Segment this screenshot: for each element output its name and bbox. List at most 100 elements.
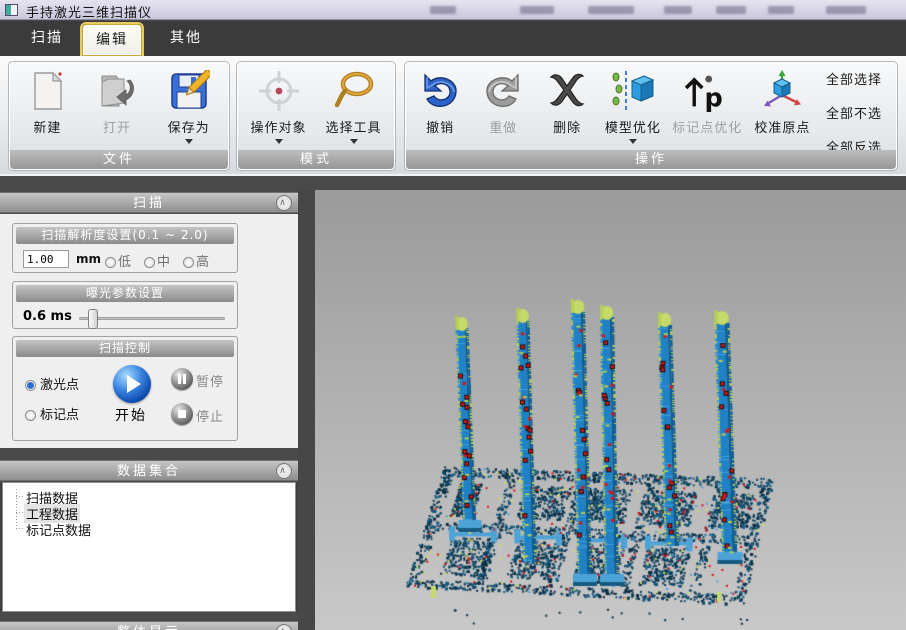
display-panel-header: 整体显示 ∧ <box>0 621 298 630</box>
marker-optimize-button[interactable]: p 标记点优化 <box>667 66 748 152</box>
collapse-chevron-icon[interactable]: ∧ <box>276 195 292 211</box>
open-folder-icon <box>94 68 140 114</box>
tab-other[interactable]: 其他 <box>156 21 216 56</box>
resolution-high-radio[interactable]: 高 <box>183 251 209 270</box>
exposure-value: 0.6 ms <box>23 309 72 324</box>
scan-panel-header: 扫描 ∧ <box>0 192 298 213</box>
scan-control-groupbox: 扫描控制 激光点 标记点 开始 暂停 停止 <box>12 336 238 441</box>
save-as-button[interactable]: 保存为 <box>152 66 225 152</box>
resolution-groupbox: 扫描解析度设置(0.1 ~ 2.0) mm 低 中 高 <box>12 223 238 273</box>
stop-icon <box>178 410 186 418</box>
select-tool-button[interactable]: 选择工具 <box>316 66 391 152</box>
3d-viewport[interactable] <box>315 190 906 630</box>
laser-point-radio[interactable]: 激光点 <box>25 374 79 393</box>
ribbon-group-label: 模式 <box>238 150 394 169</box>
laser-point-label: 激光点 <box>40 378 79 393</box>
resolution-low-label: 低 <box>118 255 131 270</box>
resolution-unit: mm <box>76 252 101 266</box>
chevron-down-icon <box>350 139 358 144</box>
background-window-artifact <box>664 6 692 14</box>
pause-button[interactable] <box>171 368 193 390</box>
deselect-all-button[interactable]: 全部不选 <box>819 102 889 128</box>
open-button[interactable]: 打开 <box>82 66 153 152</box>
scan-panel-title: 扫描 <box>133 196 165 211</box>
ribbon-group-file: 新建 打开 <box>8 61 230 171</box>
target-icon <box>256 68 302 114</box>
model-optimize-icon <box>610 68 656 114</box>
ribbon-group-label: 操作 <box>406 150 896 169</box>
chevron-down-icon <box>185 139 193 144</box>
ribbon: 新建 打开 <box>0 56 906 176</box>
title-bar: 手持激光三维扫描仪 <box>0 0 906 20</box>
tree-guide-line <box>16 496 24 497</box>
resolution-high-label: 高 <box>196 255 209 270</box>
new-button[interactable]: 新建 <box>13 66 82 152</box>
resolution-mid-radio[interactable]: 中 <box>144 251 170 270</box>
window-title: 手持激光三维扫描仪 <box>26 2 152 21</box>
radio-icon <box>25 410 36 421</box>
radio-icon <box>183 257 194 268</box>
new-document-icon <box>24 68 70 114</box>
data-panel-header: 数据集合 ∧ <box>0 460 298 481</box>
collapse-chevron-icon[interactable]: ∧ <box>276 624 292 630</box>
undo-icon <box>417 68 463 114</box>
point-cloud-canvas[interactable] <box>315 190 906 630</box>
redo-button[interactable]: 重做 <box>471 66 535 152</box>
marker-optimize-icon: p <box>684 68 730 114</box>
marker-point-radio[interactable]: 标记点 <box>25 404 79 423</box>
tab-edit[interactable]: 编辑 <box>82 24 142 56</box>
collapse-chevron-icon[interactable]: ∧ <box>276 463 292 479</box>
calibrate-origin-button[interactable]: 校准原点 <box>748 66 817 152</box>
resolution-low-radio[interactable]: 低 <box>105 251 131 270</box>
app-icon <box>5 4 18 16</box>
exposure-slider[interactable] <box>79 317 225 320</box>
operation-object-button[interactable]: 操作对象 <box>241 66 316 152</box>
radio-icon <box>144 257 155 268</box>
stop-button[interactable] <box>171 403 193 425</box>
background-window-artifact <box>430 6 456 14</box>
ribbon-group-mode: 操作对象 选择工具 模式 <box>236 61 396 171</box>
start-label: 开始 <box>115 405 147 425</box>
data-panel-body: 扫描数据 工程数据 标记点数据 <box>0 482 298 612</box>
start-scan-button[interactable] <box>113 365 151 403</box>
ribbon-group-operation: 撤销 重做 删除 <box>404 61 898 171</box>
redo-icon <box>480 68 526 114</box>
tree-item-marker-data[interactable]: 标记点数据 <box>24 520 93 539</box>
scan-panel-body: 扫描解析度设置(0.1 ~ 2.0) mm 低 中 高 曝光参数设置 0.6 m… <box>0 214 298 448</box>
ribbon-tab-bar: 扫描 编辑 其他 <box>0 21 906 56</box>
resolution-input[interactable] <box>23 250 69 268</box>
undo-button[interactable]: 撤销 <box>409 66 471 152</box>
data-tree: 扫描数据 工程数据 标记点数据 <box>2 482 296 612</box>
model-optimize-button[interactable]: 模型优化 <box>599 66 666 152</box>
save-as-icon <box>166 68 212 114</box>
background-window-artifact <box>768 6 794 14</box>
select-all-button[interactable]: 全部选择 <box>819 68 889 94</box>
background-window-artifact <box>716 6 746 14</box>
chevron-down-icon <box>629 139 637 144</box>
calibrate-origin-icon <box>759 68 805 114</box>
delete-x-icon <box>544 68 590 114</box>
chevron-down-icon <box>275 139 283 144</box>
background-window-artifact <box>588 6 634 14</box>
stop-label: 停止 <box>196 406 224 425</box>
radio-icon <box>25 380 36 391</box>
background-window-artifact <box>826 6 866 14</box>
radio-icon <box>105 257 116 268</box>
background-window-artifact <box>520 6 554 14</box>
resolution-groupbox-title: 扫描解析度设置(0.1 ~ 2.0) <box>16 227 234 244</box>
display-panel-title: 整体显示 <box>117 625 181 630</box>
tree-guide-line <box>16 528 24 529</box>
tab-scan[interactable]: 扫描 <box>14 21 80 56</box>
resolution-mid-label: 中 <box>157 255 170 270</box>
lasso-icon <box>331 68 377 114</box>
data-panel-title: 数据集合 <box>117 464 181 479</box>
svg-text:p: p <box>705 83 723 113</box>
scan-control-groupbox-title: 扫描控制 <box>16 340 234 357</box>
tree-guide-line <box>16 489 17 529</box>
slider-handle[interactable] <box>88 309 98 329</box>
sidebar-viewport-gutter <box>298 190 315 630</box>
tree-guide-line <box>16 512 24 513</box>
pause-icon <box>178 374 181 384</box>
delete-button[interactable]: 删除 <box>535 66 599 152</box>
exposure-groupbox-title: 曝光参数设置 <box>16 285 234 302</box>
